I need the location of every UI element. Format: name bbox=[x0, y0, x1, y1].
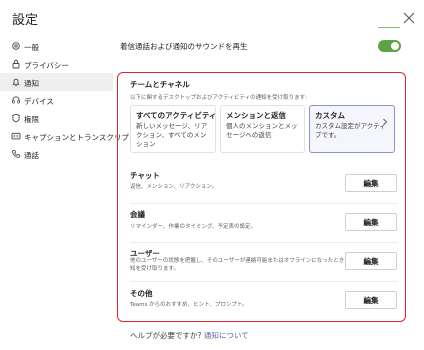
other-row-description: Teams からのおすすめ、ヒント、プロンプト。 bbox=[130, 302, 248, 308]
nav-item-notifications[interactable]: 通知 bbox=[0, 73, 113, 91]
nav-item-privacy[interactable]: プライバシー bbox=[0, 55, 113, 73]
chevron-right-icon bbox=[382, 111, 388, 126]
caption-icon bbox=[11, 131, 21, 141]
help-link[interactable]: 通知について bbox=[204, 331, 249, 340]
option-card-all-activity[interactable]: すべてのアクティビティ 新しいメッセージ、リアクション、すべてのメンション bbox=[130, 105, 216, 153]
help-text: ヘルプが必要ですか? bbox=[130, 331, 202, 340]
nav-item-label: デバイス bbox=[24, 97, 54, 106]
card-title: メンションと返信 bbox=[226, 111, 286, 120]
nav-item-label: 通話 bbox=[24, 151, 39, 160]
other-edit-button[interactable]: 編集 bbox=[345, 291, 397, 309]
users-row-description: 他のユーザーの状態を把握し、そのユーザーが連絡可能またはオフラインになったときに… bbox=[130, 258, 356, 272]
sound-setting-label: 着信通話および通知のサウンドを再生 bbox=[120, 42, 248, 51]
nav-item-label: 権限 bbox=[24, 115, 39, 124]
card-description: カスタム設定がアクティブです。 bbox=[315, 122, 386, 139]
meetings-row-description: リマインダー、作業のタイミング、予定表の設定。 bbox=[130, 224, 257, 230]
lock-icon bbox=[11, 59, 21, 69]
nav-item-captions[interactable]: キャプションとトランスクリプト bbox=[0, 127, 136, 145]
users-edit-button[interactable]: 編集 bbox=[345, 252, 397, 270]
option-card-custom[interactable]: カスタム カスタム設定がアクティブです。 bbox=[309, 105, 395, 153]
shield-icon bbox=[11, 113, 21, 123]
nav-item-calls[interactable]: 通話 bbox=[0, 145, 113, 163]
nav-item-label: 一般 bbox=[24, 43, 39, 52]
meetings-edit-button[interactable]: 編集 bbox=[345, 213, 397, 231]
other-row-title: その他 bbox=[130, 289, 153, 298]
card-title: カスタム bbox=[315, 111, 345, 120]
help-footer: ヘルプが必要ですか? 通知について bbox=[130, 330, 249, 341]
option-card-mentions-replies[interactable]: メンションと返信 個人のメンションとメッセージへの返信 bbox=[220, 105, 305, 153]
divider bbox=[130, 203, 398, 204]
phone-icon bbox=[11, 149, 21, 159]
card-title: すべてのアクティビティ bbox=[136, 111, 216, 120]
chat-edit-button[interactable]: 編集 bbox=[345, 174, 397, 192]
meetings-row-title: 会議 bbox=[130, 210, 145, 219]
nav-item-label: プライバシー bbox=[24, 61, 69, 70]
card-description: 個人のメンションとメッセージへの返信 bbox=[226, 122, 298, 139]
section-title: チームとチャネル bbox=[130, 80, 190, 89]
bell-icon bbox=[11, 77, 21, 87]
scroll-divider bbox=[378, 27, 400, 28]
nav-item-permissions[interactable]: 権限 bbox=[0, 109, 113, 127]
nav-item-label: 通知 bbox=[24, 79, 39, 88]
nav-item-devices[interactable]: デバイス bbox=[0, 91, 113, 109]
settings-nav: 一般 プライバシー 通知 デバイス 権限 キャプションとトランスクリプト 通話 bbox=[0, 37, 136, 163]
section-description: 以下に関するデスクトップおよびアクティビティの通知を受け取ります: bbox=[130, 95, 307, 101]
chat-row-description: 返信、メンション、リアクション。 bbox=[130, 184, 218, 190]
nav-item-general[interactable]: 一般 bbox=[0, 37, 113, 55]
divider bbox=[130, 281, 398, 282]
card-description: 新しいメッセージ、リアクション、すべてのメンション bbox=[136, 122, 208, 148]
headset-icon bbox=[11, 95, 21, 105]
divider bbox=[130, 242, 398, 243]
close-icon[interactable] bbox=[403, 9, 415, 24]
gear-icon bbox=[11, 41, 21, 51]
chat-row-title: チャット bbox=[130, 171, 160, 180]
window-title: 設定 bbox=[12, 13, 39, 28]
sound-toggle[interactable] bbox=[378, 40, 401, 52]
